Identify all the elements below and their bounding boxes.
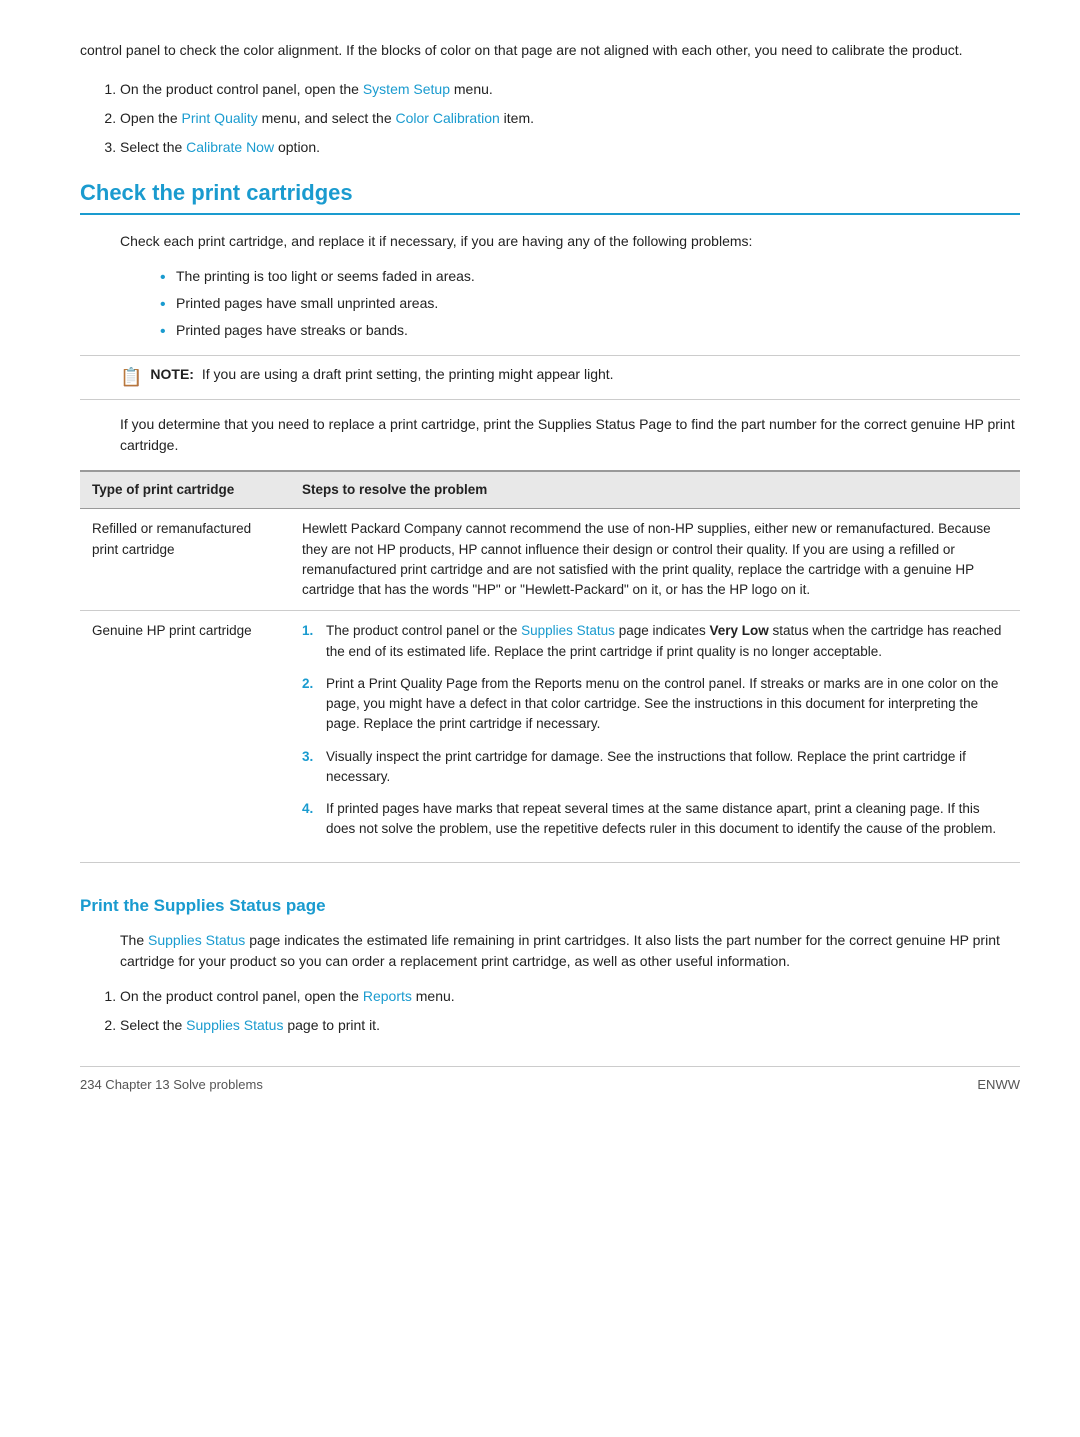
note-label: NOTE: xyxy=(150,366,194,382)
col1-header: Type of print cartridge xyxy=(80,471,290,509)
note-content: If you are using a draft print setting, … xyxy=(202,366,614,382)
refilled-steps: Hewlett Packard Company cannot recommend… xyxy=(290,509,1020,611)
calibrate-step-2: Open the Print Quality menu, and select … xyxy=(120,108,1020,129)
genuine-step-1: 1. The product control panel or the Supp… xyxy=(302,621,1008,662)
note-text: NOTE: If you are using a draft print set… xyxy=(150,364,613,385)
check-cartridges-body: Check each print cartridge, and replace … xyxy=(120,231,1020,252)
supplies-status-text: If you determine that you need to replac… xyxy=(120,414,1020,456)
supplies-step-2: Select the Supplies Status page to print… xyxy=(120,1015,1020,1036)
color-calibration-link[interactable]: Color Calibration xyxy=(396,110,500,126)
table-header: Type of print cartridge Steps to resolve… xyxy=(80,471,1020,509)
bullet-item-1: The printing is too light or seems faded… xyxy=(160,266,1020,287)
genuine-step-2: 2. Print a Print Quality Page from the R… xyxy=(302,674,1008,735)
supplies-steps-list: On the product control panel, open the R… xyxy=(120,986,1020,1036)
genuine-steps-list: 1. The product control panel or the Supp… xyxy=(302,621,1008,839)
step-num-1: 1. xyxy=(302,621,318,662)
supplies-page-body: The Supplies Status page indicates the e… xyxy=(120,930,1020,972)
footer-right: ENWW xyxy=(977,1075,1020,1095)
supplies-status-link-1[interactable]: Supplies Status xyxy=(521,623,615,638)
refilled-type: Refilled or remanufactured print cartrid… xyxy=(80,509,290,611)
supplies-status-link-3[interactable]: Supplies Status xyxy=(186,1017,283,1033)
genuine-type: Genuine HP print cartridge xyxy=(80,611,290,862)
calibrate-now-link[interactable]: Calibrate Now xyxy=(186,139,274,155)
genuine-step-4: 4. If printed pages have marks that repe… xyxy=(302,799,1008,840)
check-cartridges-heading: Check the print cartridges xyxy=(80,176,1020,215)
note-box: 📋 NOTE: If you are using a draft print s… xyxy=(80,355,1020,400)
reports-link[interactable]: Reports xyxy=(363,988,412,1004)
table-row-genuine: Genuine HP print cartridge 1. The produc… xyxy=(80,611,1020,862)
calibrate-steps-list: On the product control panel, open the S… xyxy=(120,79,1020,158)
table-header-row: Type of print cartridge Steps to resolve… xyxy=(80,471,1020,509)
print-supplies-heading: Print the Supplies Status page xyxy=(80,893,1020,919)
intro-paragraph: control panel to check the color alignme… xyxy=(80,40,1020,61)
supplies-step-1: On the product control panel, open the R… xyxy=(120,986,1020,1007)
genuine-steps: 1. The product control panel or the Supp… xyxy=(290,611,1020,862)
problem-bullets-list: The printing is too light or seems faded… xyxy=(160,266,1020,341)
step-text-2: Print a Print Quality Page from the Repo… xyxy=(326,674,1008,735)
cartridge-table: Type of print cartridge Steps to resolve… xyxy=(80,470,1020,863)
table-row-refilled: Refilled or remanufactured print cartrid… xyxy=(80,509,1020,611)
step-text-4: If printed pages have marks that repeat … xyxy=(326,799,1008,840)
page-footer: 234 Chapter 13 Solve problems ENWW xyxy=(80,1066,1020,1095)
calibrate-step-3: Select the Calibrate Now option. xyxy=(120,137,1020,158)
step-num-3: 3. xyxy=(302,747,318,788)
bullet-item-3: Printed pages have streaks or bands. xyxy=(160,320,1020,341)
genuine-step-3: 3. Visually inspect the print cartridge … xyxy=(302,747,1008,788)
system-setup-link[interactable]: System Setup xyxy=(363,81,450,97)
step-num-2: 2. xyxy=(302,674,318,735)
table-body: Refilled or remanufactured print cartrid… xyxy=(80,509,1020,862)
note-icon: 📋 xyxy=(120,364,142,391)
step-text-3: Visually inspect the print cartridge for… xyxy=(326,747,1008,788)
footer-left: 234 Chapter 13 Solve problems xyxy=(80,1075,263,1095)
step-text-1: The product control panel or the Supplie… xyxy=(326,621,1008,662)
supplies-status-link-2[interactable]: Supplies Status xyxy=(148,932,245,948)
col2-header: Steps to resolve the problem xyxy=(290,471,1020,509)
bullet-item-2: Printed pages have small unprinted areas… xyxy=(160,293,1020,314)
print-quality-link[interactable]: Print Quality xyxy=(182,110,258,126)
calibrate-step-1: On the product control panel, open the S… xyxy=(120,79,1020,100)
step-num-4: 4. xyxy=(302,799,318,840)
